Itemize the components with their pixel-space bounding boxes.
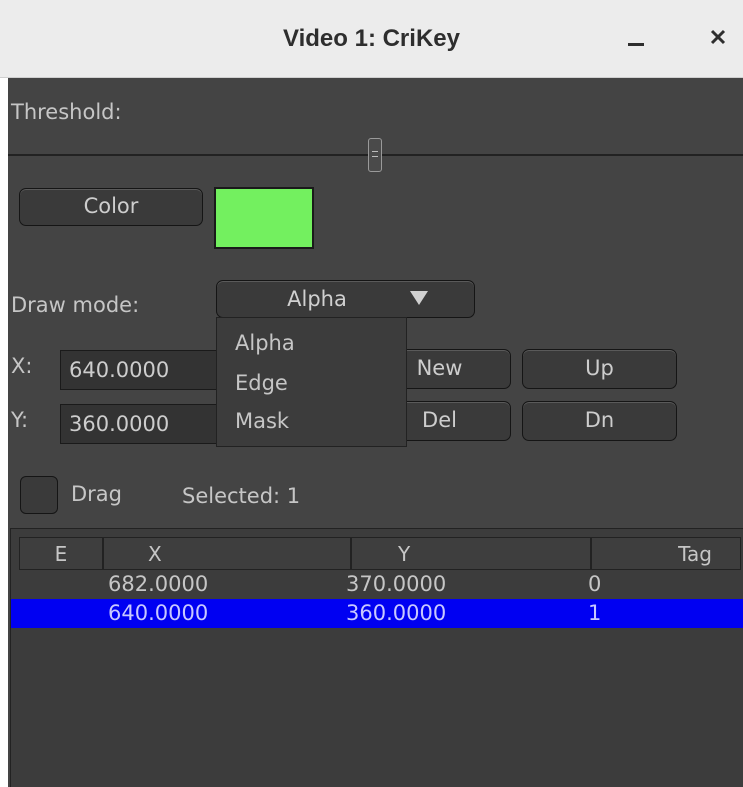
- column-header-e[interactable]: E: [19, 537, 103, 570]
- column-header-y[interactable]: Y: [351, 537, 591, 570]
- down-button-label: Dn: [584, 408, 615, 432]
- threshold-label: Threshold:: [11, 100, 122, 124]
- selected-count: Selected: 1: [182, 484, 301, 508]
- color-button-label: Color: [83, 194, 139, 218]
- points-table: E X Y Tag 682.0000 370.0000 0 640.0000 3…: [10, 528, 743, 787]
- up-button-label: Up: [585, 356, 614, 380]
- down-button[interactable]: Dn: [522, 401, 677, 441]
- minimize-icon: [628, 43, 644, 46]
- cell-tag: 0: [588, 572, 602, 596]
- draw-mode-label: Draw mode:: [11, 293, 140, 317]
- x-label: X:: [11, 354, 33, 378]
- close-icon: [710, 29, 726, 45]
- title-bar: Video 1: CriKey: [0, 0, 743, 78]
- new-button-label: New: [416, 356, 463, 380]
- color-button[interactable]: Color: [19, 188, 203, 226]
- cell-x: 640.0000: [108, 601, 209, 625]
- table-row[interactable]: 682.0000 370.0000 0: [11, 570, 743, 599]
- menu-item-alpha[interactable]: Alpha: [235, 328, 395, 358]
- cell-x: 682.0000: [108, 572, 209, 596]
- table-row-selected[interactable]: 640.0000 360.0000 1: [11, 599, 743, 628]
- threshold-slider-handle[interactable]: [368, 138, 382, 172]
- color-swatch[interactable]: [214, 187, 314, 249]
- cell-y: 370.0000: [346, 572, 447, 596]
- draw-mode-menu: Alpha Edge Mask: [216, 317, 407, 447]
- grip-line: [372, 156, 378, 157]
- cell-y: 360.0000: [346, 601, 447, 625]
- drag-label: Drag: [71, 482, 123, 506]
- column-header-tag[interactable]: Tag: [591, 537, 741, 570]
- delete-button-label: Del: [422, 408, 457, 432]
- grip-line: [372, 151, 378, 152]
- cell-tag: 1: [588, 601, 602, 625]
- crikey-window: Video 1: CriKey Threshold: Color Draw mo…: [0, 0, 743, 787]
- y-label: Y:: [11, 408, 29, 432]
- crikey-panel: Threshold: Color Draw mode: Alpha X: 640…: [8, 78, 743, 787]
- drag-checkbox[interactable]: [20, 476, 58, 514]
- minimize-button[interactable]: [622, 22, 652, 52]
- menu-item-mask[interactable]: Mask: [235, 406, 395, 436]
- up-button[interactable]: Up: [522, 349, 677, 389]
- draw-mode-dropdown[interactable]: Alpha: [216, 280, 475, 318]
- menu-item-edge[interactable]: Edge: [235, 368, 395, 398]
- draw-mode-selected-value: Alpha: [287, 287, 347, 311]
- close-button[interactable]: [703, 22, 733, 52]
- table-header: E X Y Tag: [19, 537, 741, 570]
- triangle-down-icon: [410, 291, 428, 305]
- column-header-x[interactable]: X: [103, 537, 351, 570]
